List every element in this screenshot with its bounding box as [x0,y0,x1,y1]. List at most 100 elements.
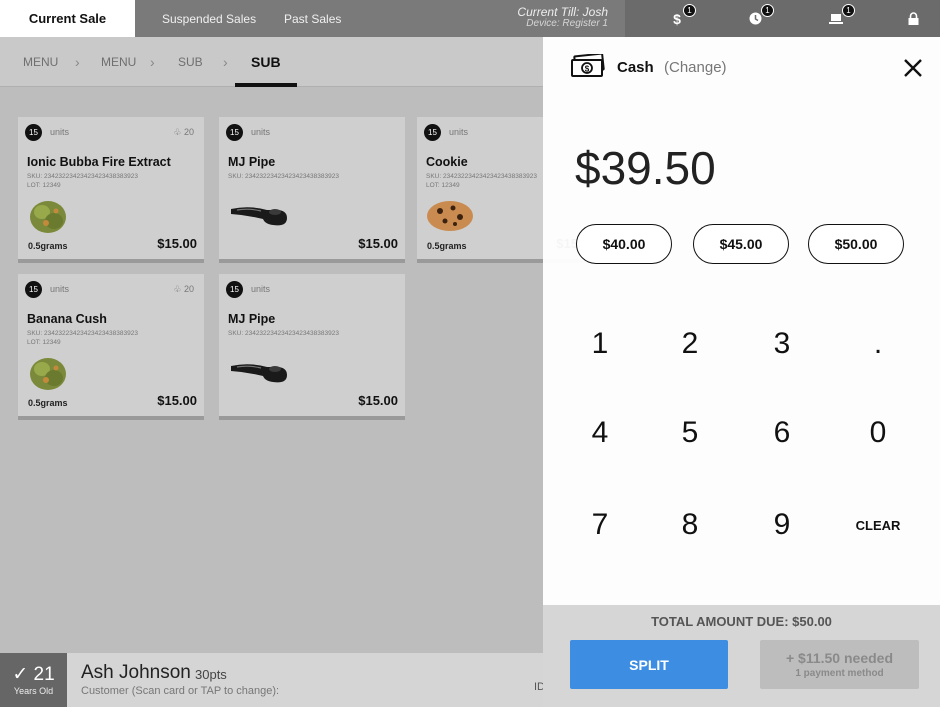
lock-icon[interactable] [893,0,933,37]
device-name: Device: Register 1 [526,18,608,29]
tendered-amount: $39.50 [575,142,716,194]
customer-name: Ash Johnson [81,662,191,683]
quick-amount-button[interactable]: $45.00 [693,224,789,264]
product-price: $15.00 [157,236,197,251]
age-number: 21 [33,664,55,685]
product-sku: SKU: 23423223423423423438383923 [228,329,339,338]
dollar-icon[interactable]: $ 1 [657,0,697,37]
keypad-key[interactable]: . [848,319,908,369]
units-count: 15 [25,281,42,298]
product-image [26,197,70,242]
laptop-icon[interactable]: 1 [816,0,856,37]
units-label: units [251,284,271,294]
stock-count: ♧ 20 [173,284,194,295]
product-card[interactable]: 15 units ♧ 20 Ionic Bubba Fire Extract SKU: … [18,117,204,263]
units-count: 15 [226,281,243,298]
units-count: 15 [226,124,243,141]
product-image [229,199,289,234]
clock-icon[interactable]: 1 [735,0,775,37]
tab-current-sale[interactable]: Current Sale [0,0,135,37]
breadcrumb-item[interactable]: MENU [101,37,136,87]
product-quantity: 0.5grams [28,398,68,408]
breadcrumb-item[interactable]: SUB [178,37,203,87]
check-icon: ✓ [12,664,29,685]
lot-text: LOT: 12349 [426,182,460,189]
product-card[interactable]: 15 units MJ Pipe SKU: 234232234234234234383… [219,117,405,263]
keypad-key[interactable]: 3 [752,319,812,369]
age-value: ✓ 21 [0,663,67,686]
chevron-right-icon: › [223,54,228,70]
product-price: $15.00 [358,236,398,251]
laptop-badge: 1 [842,4,855,17]
tab-suspended-sales[interactable]: Suspended Sales [162,0,256,37]
split-button[interactable]: SPLIT [570,640,728,689]
product-image [229,356,289,391]
age-label: Years Old [13,686,54,696]
sku-text: SKU: 23423223423423423438383923 [27,330,138,337]
payment-method-title: Cash [617,59,654,76]
quick-amount-button[interactable]: $50.00 [808,224,904,264]
product-price: $15.00 [358,393,398,408]
stock-count: ♧ 20 [173,127,194,138]
product-price: $15.00 [157,393,197,408]
clear-key[interactable]: CLEAR [848,500,908,550]
customer-points: 30pts [195,667,227,682]
breadcrumb-item[interactable]: MENU [23,37,58,87]
units-label: units [449,127,469,137]
customer-bar[interactable]: ✓ 21 Years Old Ash Johnson 30pts Custome… [0,653,545,707]
keypad-key[interactable]: 1 [570,319,630,369]
leaf-icon: ♧ [173,127,182,137]
keypad-key[interactable]: 5 [660,408,720,458]
product-name: Cookie [426,155,468,169]
product-quantity: 0.5grams [28,241,68,251]
till-name: Current Till: Josh [517,5,608,19]
product-image [425,199,475,238]
leaf-icon: ♧ [173,284,182,294]
units-label: units [50,284,70,294]
breadcrumb: MENU › MENU › SUB › SUB [0,37,543,87]
tab-past-sales[interactable]: Past Sales [284,0,341,37]
product-sku: SKU: 23423223423423423438383923 LOT: 1234… [27,329,138,347]
keypad-key[interactable]: 0 [848,408,908,458]
keypad-key[interactable]: 2 [660,319,720,369]
payment-method-count: 1 payment method [795,668,884,679]
units-count: 15 [25,124,42,141]
payment-method-subtitle: (Change) [664,59,727,76]
product-card[interactable]: 15 units MJ Pipe SKU: 234232234234234234383… [219,274,405,420]
product-sku: SKU: 23423223423423423438383923 LOT: 1234… [426,172,537,190]
cash-icon: $ [571,54,605,77]
stock-value: 20 [183,127,194,137]
top-icons: $ 1 1 1 [625,0,940,37]
units-count: 15 [424,124,441,141]
amount-needed: + $11.50 needed [785,650,894,666]
chevron-right-icon: › [150,54,155,70]
top-bar: Current Sale Suspended Sales Past Sales … [0,0,940,37]
product-sku: SKU: 23423223423423423438383923 [228,172,339,181]
product-name: MJ Pipe [228,312,276,326]
close-icon[interactable] [902,57,924,79]
keypad-key[interactable]: 9 [752,500,812,550]
payment-modal: $ Cash (Change) $39.50 $40.00 $45.00 $50… [543,37,940,707]
age-badge: ✓ 21 Years Old [0,653,67,707]
product-image [26,354,70,399]
lot-text: LOT: 12349 [27,339,61,346]
sku-text: SKU: 23423223423423423438383923 [426,173,537,180]
keypad-key[interactable]: 8 [660,500,720,550]
active-underline [235,83,297,87]
amount-needed-button[interactable]: + $11.50 needed 1 payment method [760,640,919,689]
keypad-key[interactable]: 7 [570,500,630,550]
keypad-key[interactable]: 4 [570,408,630,458]
lot-text: LOT: 12349 [27,182,61,189]
clock-badge: 1 [761,4,774,17]
breadcrumb-item-active[interactable]: SUB [251,37,281,87]
product-sku: SKU: 23423223423423423438383923 LOT: 1234… [27,172,138,190]
keypad-key[interactable]: 6 [752,408,812,458]
product-card[interactable]: 15 units ♧ 20 Banana Cush SKU: 2342322342342… [18,274,204,420]
quick-amount-button[interactable]: $40.00 [576,224,672,264]
customer-hint: Customer (Scan card or TAP to change): [81,685,280,697]
product-name: Ionic Bubba Fire Extract [27,155,171,169]
chevron-right-icon: › [75,54,80,70]
sku-text: SKU: 23423223423423423438383923 [228,330,339,337]
product-quantity: 0.5grams [427,241,467,251]
sku-text: SKU: 23423223423423423438383923 [228,173,339,180]
